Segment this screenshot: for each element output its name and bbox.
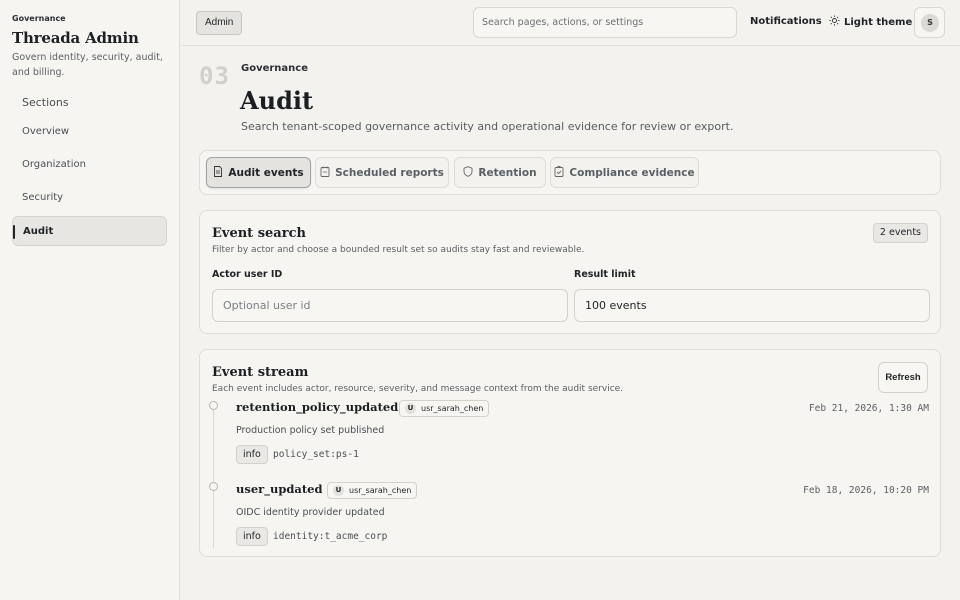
severity-badge: info [236,527,268,546]
event-timestamp: Feb 21, 2026, 1:30 AM [808,403,929,414]
refresh-button[interactable]: Refresh [878,362,928,393]
tab-compliance-evidence[interactable]: Compliance evidence [550,157,699,188]
card-subtitle: Filter by actor and choose a bounded res… [212,245,585,255]
sidebar-item-overview[interactable]: Overview [12,117,167,147]
timeline-dot [209,401,218,410]
user-avatar: U [405,403,416,414]
event-name: retention_policy_updated [236,400,399,414]
tab-bar: Audit events Scheduled reports Retention… [199,150,941,195]
app-description: Govern identity, security, audit, and bi… [12,52,163,78]
event-resource: policy_set:ps-1 [273,449,359,460]
severity-badge: info [236,445,268,464]
actor-id: usr_sarah_chen [349,486,412,495]
search-input[interactable]: Search pages, actions, or settings [473,7,737,38]
page-subtitle: Search tenant-scoped governance activity… [241,120,734,133]
tab-scheduled-reports[interactable]: Scheduled reports [315,157,449,188]
theme-toggle[interactable]: Light theme [829,15,912,29]
admin-button[interactable]: Admin [196,11,243,35]
tab-label: Compliance evidence [569,166,695,179]
sidebar-item-audit[interactable]: Audit [12,216,167,246]
tab-retention[interactable]: Retention [454,157,546,188]
actor-id: usr_sarah_chen [421,404,484,413]
sidebar-item-security[interactable]: Security [12,183,167,213]
card-subtitle: Each event includes actor, resource, sev… [212,384,624,394]
event-search-card: Event search Filter by actor and choose … [199,210,941,334]
document-icon [213,165,223,180]
sidebar-nav: Overview Organization Security Audit [12,117,167,246]
app-title: Threada Admin [12,29,139,47]
timeline-line [213,408,214,548]
event-message: Production policy set published [236,425,385,436]
user-menu-button[interactable]: S [914,7,945,38]
event-resource: identity:t_acme_corp [273,531,388,542]
sidebar-eyebrow: Governance [12,14,66,23]
actor-user-id-label: Actor user ID [212,269,283,280]
top-bar: Admin Search pages, actions, or settings… [181,0,960,46]
tab-audit-events[interactable]: Audit events [206,157,311,188]
result-limit-label: Result limit [574,269,636,280]
actor-chip[interactable]: U usr_sarah_chen [399,400,490,417]
notifications-button[interactable]: Notifications [750,16,822,27]
user-avatar: U [333,485,344,496]
calendar-doc-icon [320,166,330,180]
avatar: S [921,14,939,32]
document-check-icon [554,165,564,180]
actor-user-id-input[interactable]: Optional user id [212,289,568,322]
event-name: user_updated [236,482,323,496]
event-message: OIDC identity provider updated [236,507,385,518]
tab-label: Scheduled reports [335,166,444,179]
sun-icon [829,15,840,29]
card-title: Event search [212,226,306,241]
tab-label: Audit events [228,166,304,179]
sections-heading: Sections [22,96,69,109]
event-count-badge: 2 events [872,223,928,243]
result-limit-select[interactable]: 100 events [574,289,930,322]
sidebar: Governance Threada Admin Govern identity… [0,0,180,600]
shield-icon [463,165,473,180]
actor-chip[interactable]: U usr_sarah_chen [327,482,418,499]
event-timestamp: Feb 18, 2026, 10:20 PM [803,485,929,496]
tab-label: Retention [478,166,537,179]
page-title: Audit [240,86,314,115]
breadcrumb: Governance [241,63,309,74]
timeline-dot [209,482,218,491]
event-stream-card: Event stream Each event includes actor, … [199,349,941,557]
card-title: Event stream [212,365,309,380]
sidebar-item-organization[interactable]: Organization [12,150,167,180]
page-number: 03 [199,62,230,90]
theme-label: Light theme [844,16,913,28]
